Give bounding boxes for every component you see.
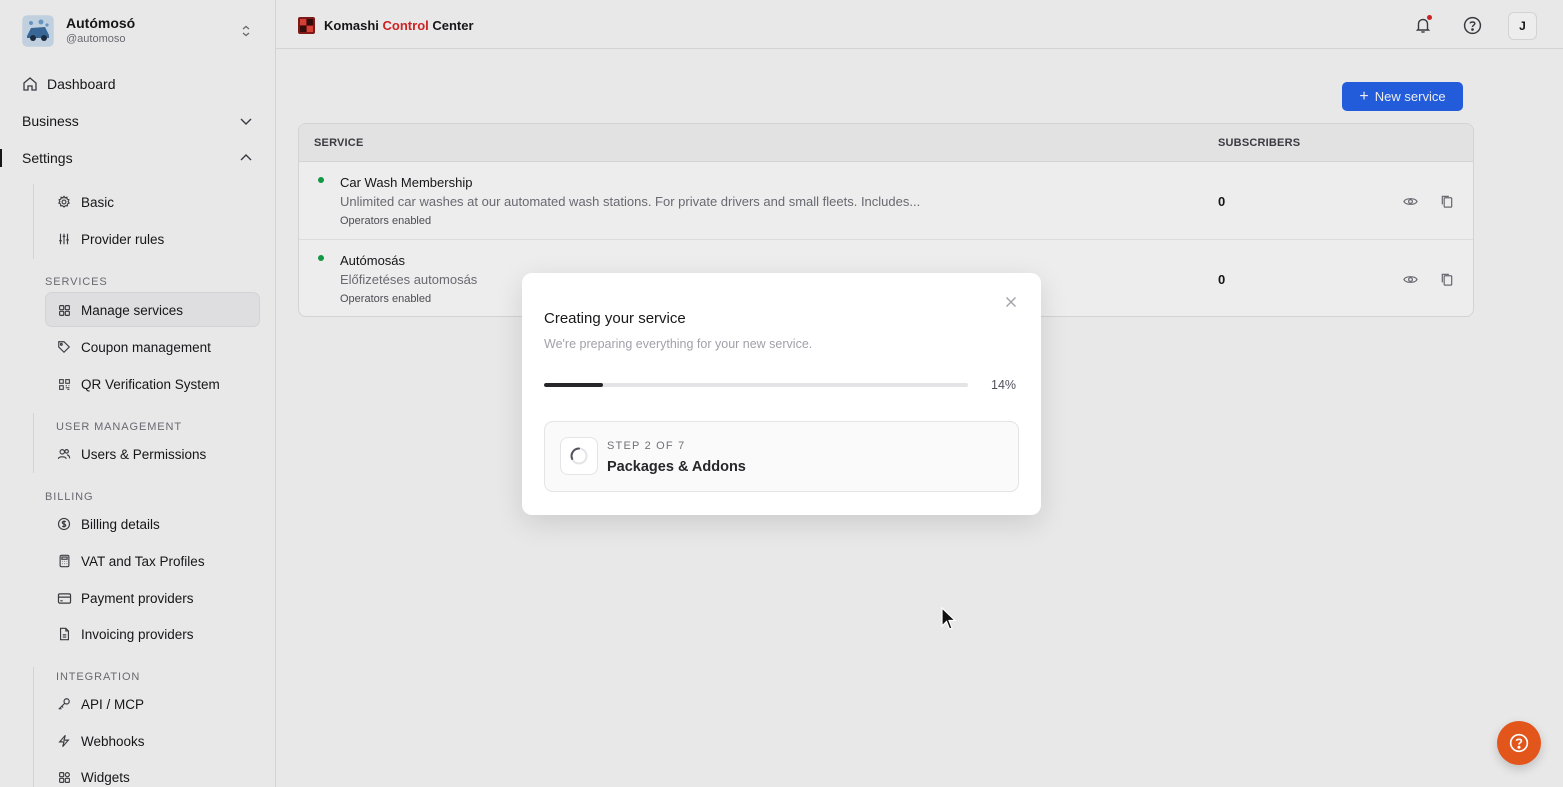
spinner-icon xyxy=(560,437,598,475)
step-counter: STEP 2 OF 7 xyxy=(607,440,686,452)
progress-percent: 14% xyxy=(991,378,1017,392)
creating-service-dialog: Creating your service We're preparing ev… xyxy=(522,273,1041,515)
step-name: Packages & Addons xyxy=(607,459,746,475)
help-chat-button[interactable] xyxy=(1497,721,1541,765)
dialog-subtitle: We're preparing everything for your new … xyxy=(544,337,813,351)
current-step-card: STEP 2 OF 7 Packages & Addons xyxy=(544,421,1019,492)
help-circle-icon xyxy=(1509,733,1529,753)
dialog-title: Creating your service xyxy=(544,310,686,327)
progress-bar xyxy=(544,383,968,387)
close-icon[interactable] xyxy=(1004,295,1018,309)
progress-fill xyxy=(544,383,604,387)
mouse-cursor-icon xyxy=(941,607,957,630)
